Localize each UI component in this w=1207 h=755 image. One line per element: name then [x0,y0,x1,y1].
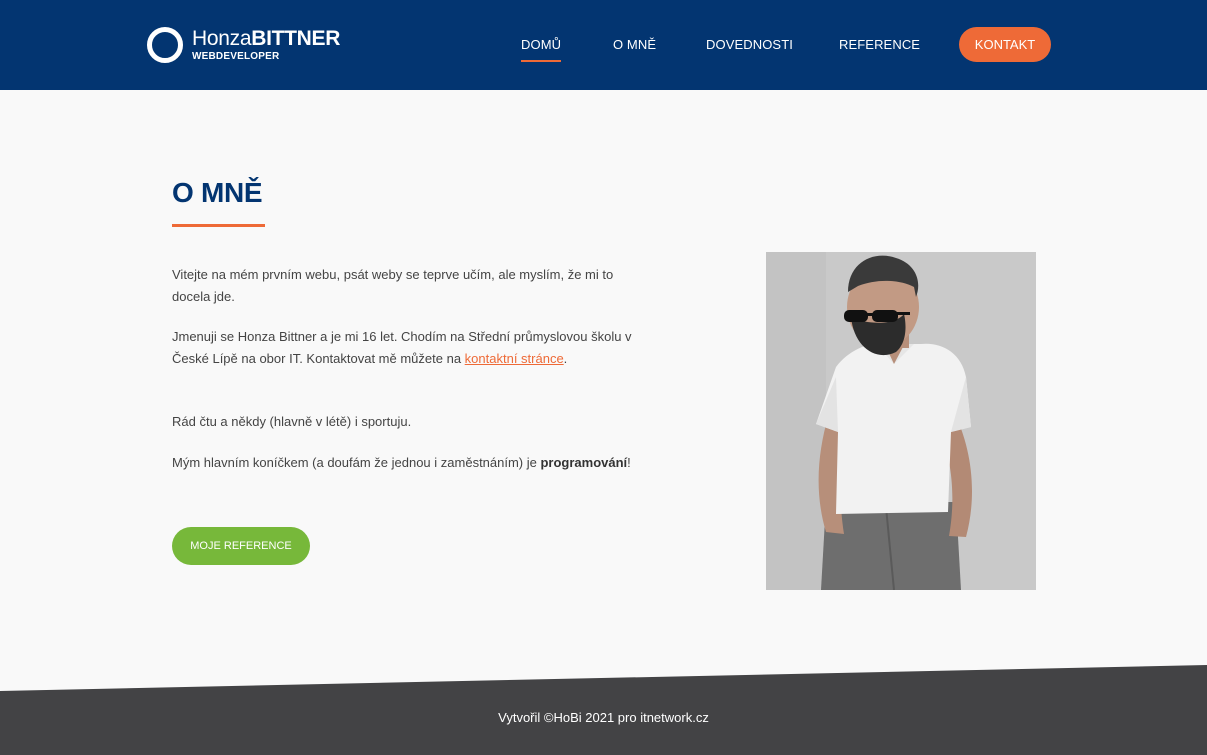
nav-item-dovednosti[interactable]: DOVEDNOSTI [706,37,793,52]
page-title: O MNĚ [172,177,263,208]
hobby-paragraph: Rád čtu a někdy (hlavně v létě) i sportu… [172,414,412,429]
title-underline [172,224,265,227]
moje-reference-button[interactable]: MOJE REFERENCE [172,527,310,565]
programming-text: Mým hlavním koníčkem (a doufám že jednou… [172,455,541,470]
footer-credit: Vytvořil ©HoBi 2021 pro itnetwork.cz [498,710,709,725]
intro-paragraph: Vitejte na mém prvním webu, psát weby se… [172,267,614,304]
nav-item-reference[interactable]: REFERENCE [839,37,920,52]
main-nav: DOMŮ O MNĚ DOVEDNOSTI REFERENCE KONTAKT [0,0,1207,90]
programming-bold: programování [540,455,628,470]
nav-item-o-mne[interactable]: O MNĚ [613,37,656,52]
site-header: HonzaBITTNER WEBDEVELOPER DOMŮ O MNĚ DOV… [0,0,1207,90]
contact-page-link[interactable]: kontaktní stránce [465,351,564,366]
profile-photo [766,252,1036,590]
programming-text-end: ! [627,455,631,470]
nav-item-domu[interactable]: DOMŮ [521,37,562,62]
kontakt-button[interactable]: KONTAKT [959,27,1051,62]
school-paragraph: Jmenuji se Honza Bittner a je mi 16 let.… [172,326,632,370]
school-text-end: . [563,351,568,366]
programming-paragraph: Mým hlavním koníčkem (a doufám že jednou… [172,452,632,474]
